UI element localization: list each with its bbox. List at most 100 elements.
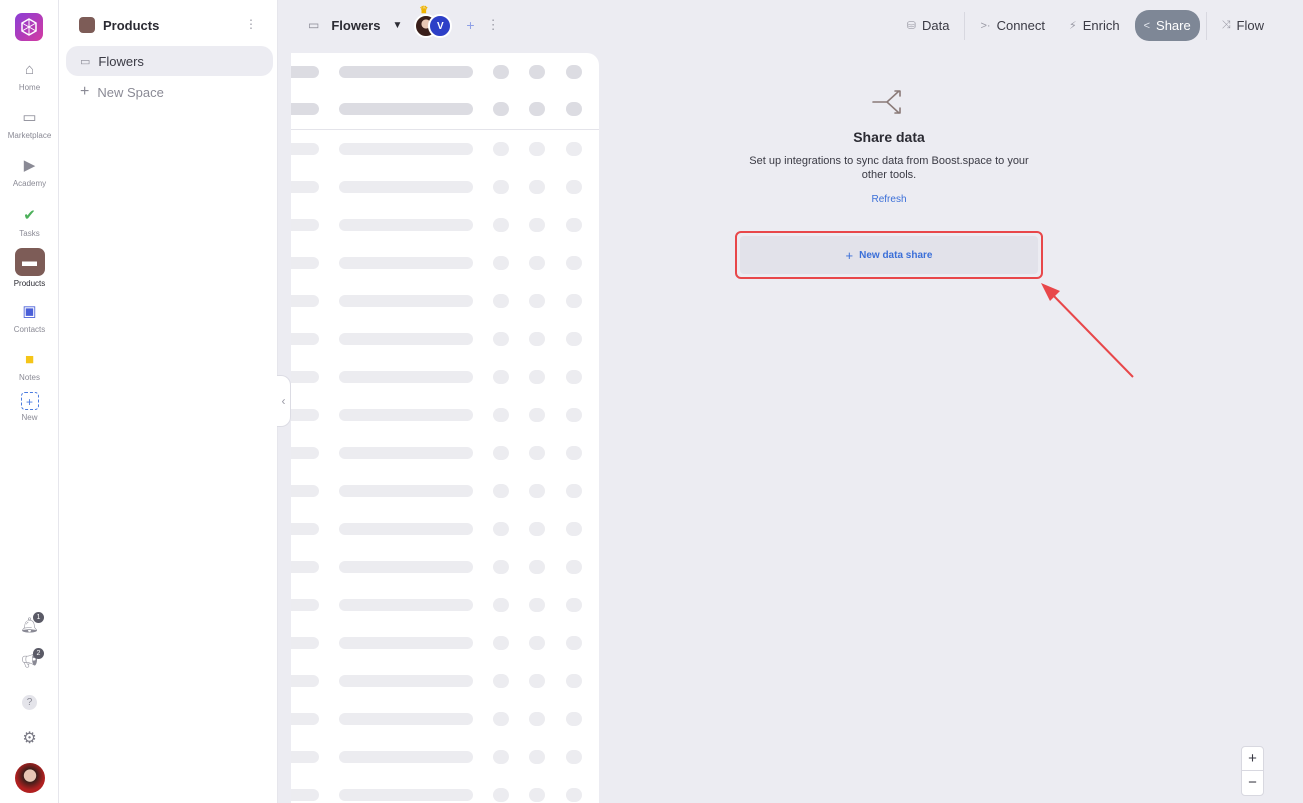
rail-label: Notes	[19, 373, 40, 382]
skeleton-dot	[493, 712, 509, 726]
tab-data[interactable]: ⛁ Data	[898, 10, 959, 41]
skeleton-dot	[566, 370, 582, 384]
skeleton-dot	[493, 598, 509, 612]
boost-logo-icon[interactable]	[15, 13, 43, 41]
help-button[interactable]: ?	[0, 692, 59, 710]
plus-icon: +	[80, 83, 90, 100]
skeleton-dot	[529, 142, 545, 156]
space-icon: ▭	[80, 55, 91, 68]
members-avatars[interactable]: ♛ V	[414, 5, 454, 38]
rail-item-tasks[interactable]: ✔ Tasks	[0, 206, 59, 238]
connect-icon: >·	[980, 19, 991, 32]
skeleton-dot	[493, 370, 509, 384]
skeleton-bar	[339, 333, 473, 345]
skeleton-dot	[566, 102, 582, 116]
rail-label: Contacts	[13, 325, 46, 334]
skeleton-bar	[339, 485, 473, 497]
skeleton-dot	[493, 218, 509, 232]
skeleton-dot	[529, 102, 545, 116]
skeleton-dot	[566, 218, 582, 232]
notifications-badge: 1	[33, 612, 44, 623]
skeleton-dot	[566, 256, 582, 270]
skeleton-bar	[291, 637, 319, 649]
skeleton-dot	[566, 142, 582, 156]
gear-icon: ⚙	[22, 730, 37, 747]
skeleton-bar	[291, 713, 319, 725]
skeleton-dot	[529, 256, 545, 270]
skeleton-bar	[339, 751, 473, 763]
skeleton-bar	[339, 447, 473, 459]
skeleton-dot	[529, 598, 545, 612]
skeleton-bar	[291, 371, 319, 383]
tab-enrich[interactable]: ⚡︎ Enrich	[1060, 10, 1129, 41]
space-name[interactable]: Flowers	[331, 18, 380, 33]
skeleton-dot	[529, 712, 545, 726]
skeleton-dot	[566, 180, 582, 194]
rail-item-notes[interactable]: ■ Notes	[0, 350, 59, 382]
tab-label: Enrich	[1082, 18, 1120, 33]
skeleton-bar	[291, 66, 319, 78]
skeleton-bar	[339, 637, 473, 649]
skeleton-dot	[529, 522, 545, 536]
refresh-link[interactable]: Refresh	[871, 194, 906, 205]
tab-label: Flow	[1236, 18, 1264, 33]
settings-button[interactable]: ⚙	[0, 728, 59, 748]
skeleton-dot	[566, 332, 582, 346]
rail-item-academy[interactable]: ▶ Academy	[0, 156, 59, 188]
collapse-sidebar-button[interactable]: ‹	[277, 375, 291, 427]
notifications-button[interactable]: 🔔︎ 1	[0, 612, 59, 635]
new-space-button[interactable]: + New Space	[66, 77, 273, 107]
skeleton-bar	[339, 257, 473, 269]
rail-item-contacts[interactable]: ▣ Contacts	[0, 302, 59, 334]
tab-flow[interactable]: ⤨ Flow	[1213, 10, 1273, 41]
skeleton-dot	[493, 180, 509, 194]
more-vertical-icon[interactable]: ⋮	[487, 17, 500, 33]
rail-item-marketplace[interactable]: ▭ Marketplace	[0, 108, 59, 140]
add-member-button[interactable]: +	[466, 17, 474, 33]
rail-item-new[interactable]: + New	[0, 392, 59, 422]
skeleton-row	[291, 586, 599, 624]
skeleton-dot	[493, 408, 509, 422]
zoom-out-button[interactable]: −	[1242, 771, 1263, 795]
skeleton-bar	[291, 789, 319, 801]
skeleton-row	[291, 624, 599, 662]
caret-down-icon[interactable]: ▼	[392, 20, 402, 31]
tab-label: Share	[1156, 18, 1191, 33]
skeleton-row	[291, 510, 599, 548]
skeleton-bar	[291, 751, 319, 763]
box-icon	[79, 17, 95, 33]
skeleton-bar	[339, 523, 473, 535]
play-icon: ▶	[23, 157, 36, 174]
rail-item-products[interactable]: ▬ Products	[0, 248, 59, 288]
zoom-in-button[interactable]: +	[1242, 747, 1263, 771]
tab-connect[interactable]: >· Connect	[971, 10, 1054, 41]
skeleton-dot	[566, 560, 582, 574]
rail-label: New	[21, 413, 38, 422]
skeleton-dot	[493, 674, 509, 688]
sidebar-item-flowers[interactable]: ▭ Flowers	[66, 46, 273, 76]
skeleton-bar	[291, 599, 319, 611]
skeleton-dot	[529, 180, 545, 194]
new-data-share-button[interactable]: + New data share	[735, 231, 1043, 279]
skeleton-row	[291, 358, 599, 396]
skeleton-dot	[493, 65, 509, 79]
zoom-controls: + −	[1241, 746, 1264, 796]
announcements-badge: 2	[33, 648, 44, 659]
rail-item-home[interactable]: ⌂ Home	[0, 60, 59, 92]
more-vertical-icon[interactable]: ⋮	[245, 17, 257, 31]
help-icon: ?	[22, 695, 37, 710]
announcements-button[interactable]: 📢︎ 2	[0, 648, 59, 670]
share-empty-state: Share data Set up integrations to sync d…	[735, 85, 1043, 207]
plus-icon: +	[845, 247, 854, 263]
skeleton-bar	[339, 675, 473, 687]
skeleton-dot	[529, 218, 545, 232]
skeleton-bar	[339, 66, 473, 78]
skeleton-row	[291, 548, 599, 586]
skeleton-dot	[566, 484, 582, 498]
user-avatar[interactable]	[0, 763, 59, 798]
skeleton-dot	[529, 446, 545, 460]
tab-share[interactable]: < Share	[1134, 10, 1200, 41]
plus-icon: +	[20, 392, 39, 410]
skeleton-dot	[529, 560, 545, 574]
skeleton-bar	[339, 713, 473, 725]
